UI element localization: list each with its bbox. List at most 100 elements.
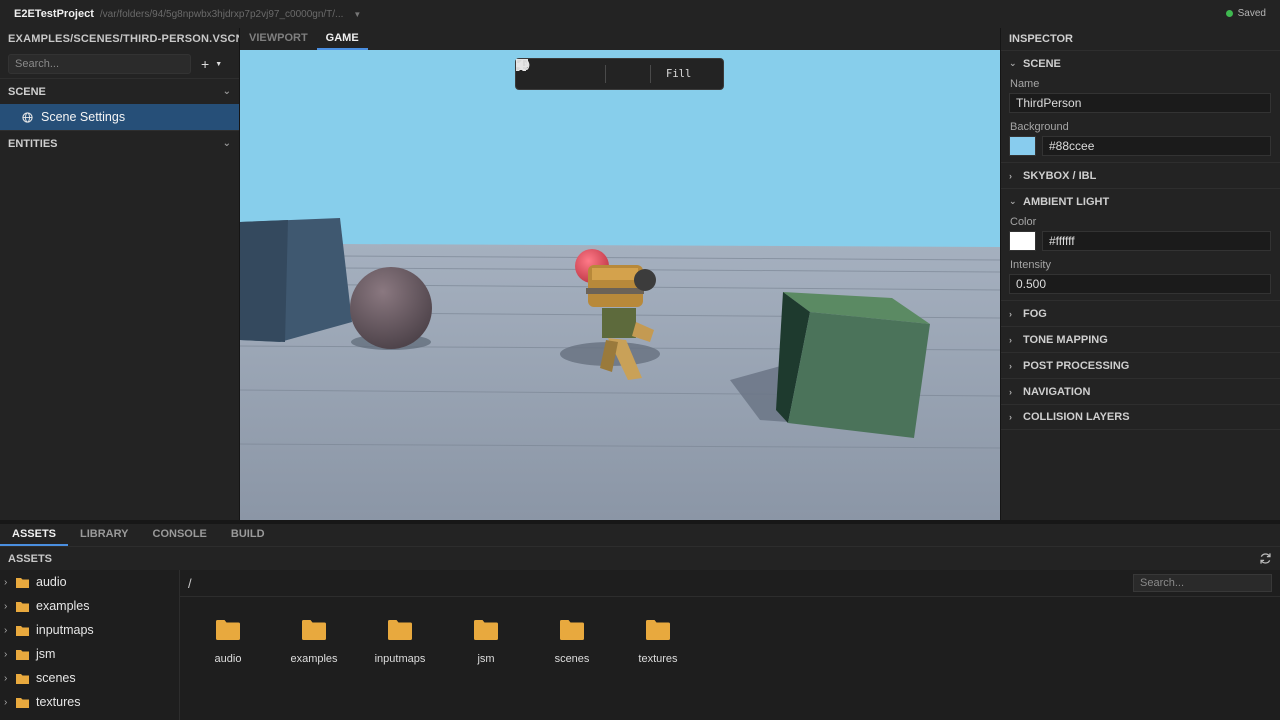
folder-label: textures bbox=[638, 653, 678, 665]
tone-mapping-section-toggle[interactable]: › TONE MAPPING bbox=[1001, 326, 1280, 352]
ambient-light-section-label: AMBIENT LIGHT bbox=[1023, 195, 1110, 208]
chevron-down-icon: ⌄ bbox=[222, 138, 231, 149]
scene-section-label: SCENE bbox=[8, 85, 46, 98]
folder-icon bbox=[474, 620, 498, 640]
folder-inputmaps[interactable]: inputmaps bbox=[357, 620, 443, 665]
navigation-section-toggle[interactable]: › NAVIGATION bbox=[1001, 378, 1280, 404]
refresh-icon[interactable] bbox=[1259, 552, 1272, 565]
folder-textures[interactable]: textures bbox=[615, 620, 701, 665]
folder-scenes[interactable]: scenes bbox=[529, 620, 615, 665]
chevron-down-icon: ⌄ bbox=[1009, 196, 1017, 206]
folder-audio[interactable]: audio bbox=[185, 620, 271, 665]
tree-folder-label: scenes bbox=[36, 671, 76, 685]
center-tab-bar: VIEWPORT GAME bbox=[240, 28, 1000, 50]
toolbar-divider bbox=[605, 65, 606, 83]
scene-settings-item[interactable]: Scene Settings bbox=[0, 104, 239, 130]
collision-layers-section-toggle[interactable]: › COLLISION LAYERS bbox=[1001, 404, 1280, 430]
intensity-row bbox=[1001, 274, 1280, 300]
chevron-right-icon: › bbox=[4, 600, 8, 612]
folder-icon bbox=[16, 649, 29, 660]
entities-section-header[interactable]: ENTITIES ⌄ bbox=[0, 130, 239, 156]
name-field[interactable] bbox=[1009, 93, 1271, 113]
tab-assets[interactable]: ASSETS bbox=[0, 524, 69, 546]
background-color-swatch[interactable] bbox=[1009, 136, 1036, 156]
folder-icon bbox=[560, 620, 584, 640]
save-status: Saved bbox=[1225, 8, 1266, 19]
ambient-color-field[interactable] bbox=[1042, 231, 1271, 251]
scene-section-label: SCENE bbox=[1023, 57, 1061, 70]
folder-examples[interactable]: examples bbox=[271, 620, 357, 665]
ambient-color-row bbox=[1001, 231, 1280, 257]
tree-folder-label: audio bbox=[36, 575, 67, 589]
chevron-right-icon: › bbox=[1009, 308, 1012, 319]
fog-section-toggle[interactable]: › FOG bbox=[1001, 300, 1280, 326]
folder-label: inputmaps bbox=[374, 653, 426, 665]
chevron-right-icon: › bbox=[1009, 412, 1012, 422]
globe-icon bbox=[22, 111, 33, 123]
intensity-field[interactable] bbox=[1009, 274, 1271, 294]
tree-folder-scenes[interactable]: › scenes bbox=[0, 666, 179, 690]
tab-game[interactable]: GAME bbox=[316, 28, 368, 50]
folder-jsm[interactable]: jsm bbox=[443, 620, 529, 665]
folder-icon bbox=[216, 620, 240, 640]
assets-search-input[interactable] bbox=[1133, 574, 1272, 592]
chevron-right-icon: › bbox=[1009, 334, 1012, 345]
tab-viewport[interactable]: VIEWPORT bbox=[240, 28, 317, 50]
scene-file-title: EXAMPLES/SCENES/THIRD-PERSON.VSCN bbox=[8, 33, 239, 45]
save-status-label: Saved bbox=[1237, 8, 1266, 19]
folder-icon bbox=[16, 625, 29, 636]
play-toolbar: Fill bbox=[515, 58, 724, 90]
chevron-down-icon: ⌄ bbox=[222, 86, 231, 97]
navigation-section-label: NAVIGATION bbox=[1023, 385, 1091, 398]
skybox-section-toggle[interactable]: › SKYBOX / IBL bbox=[1001, 162, 1280, 188]
color-label: Color bbox=[1010, 216, 1037, 228]
assets-browser: / audio examples inputmaps jsm scen bbox=[180, 570, 1280, 720]
tree-folder-textures[interactable]: › textures bbox=[0, 690, 179, 714]
scale-mode-button[interactable]: Fill bbox=[516, 59, 691, 89]
folder-label: audio bbox=[214, 653, 242, 665]
game-scene-render bbox=[240, 50, 1000, 520]
chevron-down-icon[interactable]: ▼ bbox=[353, 10, 361, 19]
tree-folder-examples[interactable]: › examples bbox=[0, 594, 179, 618]
tree-folder-label: textures bbox=[36, 695, 81, 709]
folder-icon bbox=[16, 673, 29, 684]
stop-button[interactable] bbox=[516, 59, 596, 89]
scene-settings-label: Scene Settings bbox=[41, 110, 126, 124]
tab-console[interactable]: CONSOLE bbox=[141, 524, 219, 546]
skybox-section-label: SKYBOX / IBL bbox=[1023, 169, 1097, 182]
plus-icon: + bbox=[201, 56, 210, 72]
scene-section-toggle[interactable]: ⌄ SCENE bbox=[1001, 50, 1280, 76]
folder-icon bbox=[388, 620, 412, 640]
mute-button[interactable] bbox=[516, 59, 641, 89]
title-bar: E2ETestProject /var/folders/94/5g8npwbx3… bbox=[0, 0, 1280, 28]
chevron-right-icon: › bbox=[1009, 170, 1012, 181]
entities-section-label: ENTITIES bbox=[8, 137, 58, 150]
folder-label: scenes bbox=[554, 653, 590, 665]
chevron-down-icon: ▼ bbox=[215, 60, 223, 68]
project-name[interactable]: E2ETestProject bbox=[14, 8, 94, 20]
assets-grid: audio examples inputmaps jsm scenes text… bbox=[185, 620, 701, 665]
tree-folder-audio[interactable]: › audio bbox=[0, 570, 179, 594]
hierarchy-search-input[interactable] bbox=[8, 54, 191, 74]
bottom-tab-bar: ASSETS LIBRARY CONSOLE BUILD bbox=[0, 520, 1280, 546]
tab-build[interactable]: BUILD bbox=[219, 524, 277, 546]
background-color-field[interactable] bbox=[1042, 136, 1271, 156]
game-viewport[interactable]: Fill bbox=[240, 50, 1000, 520]
chevron-right-icon: › bbox=[4, 576, 8, 588]
name-row bbox=[1001, 93, 1280, 119]
tree-folder-inputmaps[interactable]: › inputmaps bbox=[0, 618, 179, 642]
ambient-light-section-toggle[interactable]: ⌄ AMBIENT LIGHT bbox=[1001, 188, 1280, 214]
toolbar-divider bbox=[650, 65, 651, 83]
collision-layers-section-label: COLLISION LAYERS bbox=[1023, 411, 1130, 423]
inspector-title: INSPECTOR bbox=[1009, 33, 1073, 45]
current-path[interactable]: / bbox=[188, 576, 192, 591]
ambient-color-swatch[interactable] bbox=[1009, 231, 1036, 251]
tab-library[interactable]: LIBRARY bbox=[68, 524, 140, 546]
tree-folder-label: examples bbox=[36, 599, 90, 613]
assets-path-bar: / bbox=[180, 570, 1280, 597]
scene-section-header[interactable]: SCENE ⌄ bbox=[0, 78, 239, 104]
tree-folder-jsm[interactable]: › jsm bbox=[0, 642, 179, 666]
chevron-right-icon: › bbox=[4, 648, 8, 660]
add-entity-button[interactable]: + ▼ bbox=[201, 56, 222, 72]
post-processing-section-toggle[interactable]: › POST PROCESSING bbox=[1001, 352, 1280, 378]
